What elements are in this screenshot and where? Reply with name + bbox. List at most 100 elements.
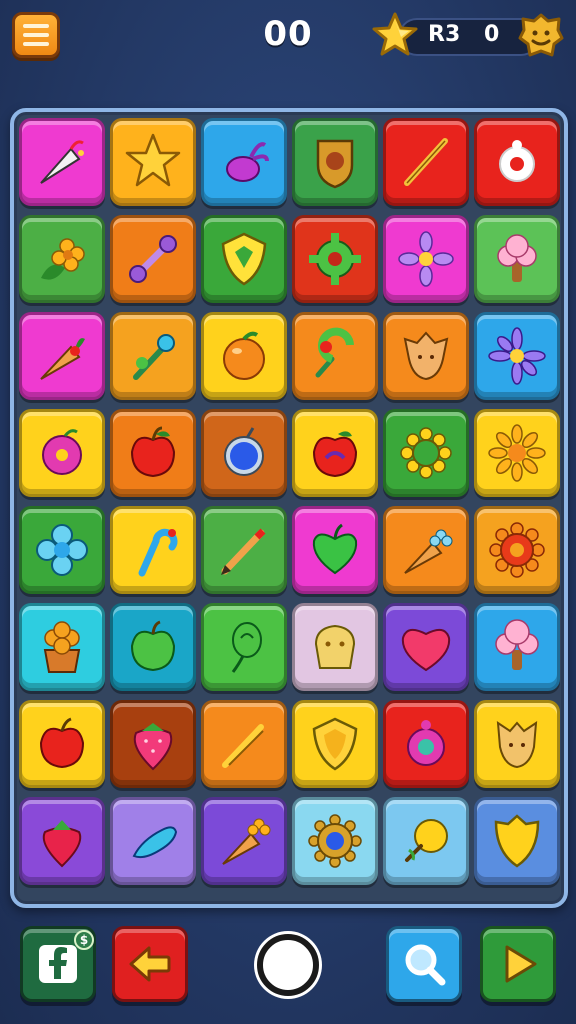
score-display: 00: [263, 14, 313, 54]
tile-candy-cane[interactable]: [110, 506, 196, 594]
orange-flower-icon: [43, 621, 81, 673]
tile-carrot-flower[interactable]: [383, 506, 469, 594]
tile-carrot[interactable]: [19, 312, 105, 400]
back-button[interactable]: [112, 926, 188, 1002]
tile-ring[interactable]: [474, 118, 560, 206]
tile-pencil[interactable]: [201, 506, 287, 594]
gear-icon: [309, 233, 361, 285]
tile-heart[interactable]: [383, 603, 469, 691]
shield-icon: [221, 232, 267, 286]
pinwheel-icon: [133, 334, 175, 380]
pink-ring-icon: [407, 720, 445, 766]
tile-apple[interactable]: [19, 700, 105, 788]
donut-icon: [42, 429, 82, 475]
tile-dumbbell[interactable]: [110, 215, 196, 303]
tile-apple-swirl[interactable]: [292, 409, 378, 497]
heart-icon: [401, 628, 451, 672]
tile-red-apple[interactable]: [110, 409, 196, 497]
tile-grid: [19, 118, 560, 885]
tile-shield[interactable]: [201, 215, 287, 303]
tile-strawberry[interactable]: [110, 700, 196, 788]
tile-sun-flower[interactable]: [474, 409, 560, 497]
cookie-icon: [314, 624, 356, 669]
flower-leaf-icon: [41, 238, 85, 280]
tile-donut[interactable]: [19, 409, 105, 497]
tile-yellow-lollipop[interactable]: [383, 797, 469, 885]
tile-leaf-face[interactable]: [383, 312, 469, 400]
tile-gear[interactable]: [292, 215, 378, 303]
apple-swirl-icon: [312, 431, 358, 478]
fox-face-icon: [496, 721, 538, 769]
pink-tree-icon: [495, 619, 539, 670]
mushroom-tree-icon: [497, 234, 537, 282]
tile-cookie[interactable]: [292, 603, 378, 691]
tile-crest[interactable]: [292, 118, 378, 206]
tile-pink-ring[interactable]: [383, 700, 469, 788]
berry-icon: [42, 820, 82, 868]
tile-pink-tree[interactable]: [474, 603, 560, 691]
play-button[interactable]: [480, 926, 556, 1002]
tile-wand[interactable]: [201, 700, 287, 788]
tile-green-heart[interactable]: [292, 506, 378, 594]
tile-stick[interactable]: [383, 118, 469, 206]
medallion-icon: [308, 814, 362, 868]
red-apple-icon: [130, 426, 176, 478]
tile-blue-flower[interactable]: [474, 312, 560, 400]
counter-label: R3: [428, 22, 461, 47]
menu-button[interactable]: [12, 12, 60, 58]
tile-balloon[interactable]: [201, 603, 287, 691]
tile-yellow-shield[interactable]: [474, 797, 560, 885]
tile-pinwheel[interactable]: [110, 312, 196, 400]
yellow-shield-icon: [494, 814, 540, 868]
tile-purple-flower[interactable]: [383, 215, 469, 303]
tile-red-gear[interactable]: [474, 506, 560, 594]
tile-radish[interactable]: [201, 118, 287, 206]
tile-berry[interactable]: [19, 797, 105, 885]
search-button[interactable]: [386, 926, 462, 1002]
tile-sunflower[interactable]: [383, 409, 469, 497]
gold-star-icon: [372, 12, 418, 56]
star-icon: [125, 133, 181, 187]
tile-fox-face[interactable]: [474, 700, 560, 788]
tile-lollipop[interactable]: [292, 312, 378, 400]
blue-flower-icon: [488, 327, 546, 385]
tile-blue-pepper[interactable]: [110, 797, 196, 885]
sun-flower-icon: [488, 424, 546, 482]
tile-flower-leaf[interactable]: [19, 215, 105, 303]
gold-face-badge-icon: [518, 13, 564, 57]
tile-green-apple[interactable]: [110, 603, 196, 691]
facebook-badge: $: [74, 930, 94, 950]
tile-blue-orb[interactable]: [201, 409, 287, 497]
blue-orb-icon: [224, 427, 264, 476]
balloon-icon: [231, 622, 262, 673]
wand-icon: [222, 724, 264, 768]
crest-icon: [316, 139, 354, 189]
tile-orange-flower[interactable]: [19, 603, 105, 691]
tile-orange[interactable]: [201, 312, 287, 400]
tile-mushroom-tree[interactable]: [474, 215, 560, 303]
hamburger-menu-icon: [23, 24, 49, 28]
carrot-flower-icon: [404, 529, 453, 574]
center-button[interactable]: [257, 934, 319, 996]
gold-shield-icon: [312, 717, 358, 771]
tile-cyan-flower[interactable]: [19, 506, 105, 594]
stick-icon: [404, 138, 448, 186]
orange-icon: [223, 331, 265, 380]
candy-cane-icon: [138, 528, 178, 577]
tile-carrot-bloom[interactable]: [201, 797, 287, 885]
dumbbell-icon: [129, 235, 177, 283]
red-gear-icon: [489, 522, 545, 578]
tile-star[interactable]: [110, 118, 196, 206]
green-heart-icon: [312, 523, 358, 575]
tile-party-popper[interactable]: [19, 118, 105, 206]
tile-medallion[interactable]: [292, 797, 378, 885]
sunflower-icon: [400, 427, 452, 479]
green-apple-icon: [130, 620, 176, 672]
leaf-face-icon: [403, 331, 449, 381]
apple-icon: [39, 717, 85, 769]
blue-pepper-icon: [132, 826, 178, 859]
carrot-icon: [40, 338, 85, 380]
radish-icon: [226, 142, 269, 182]
tile-gold-shield[interactable]: [292, 700, 378, 788]
magnifier-icon: [405, 944, 446, 986]
